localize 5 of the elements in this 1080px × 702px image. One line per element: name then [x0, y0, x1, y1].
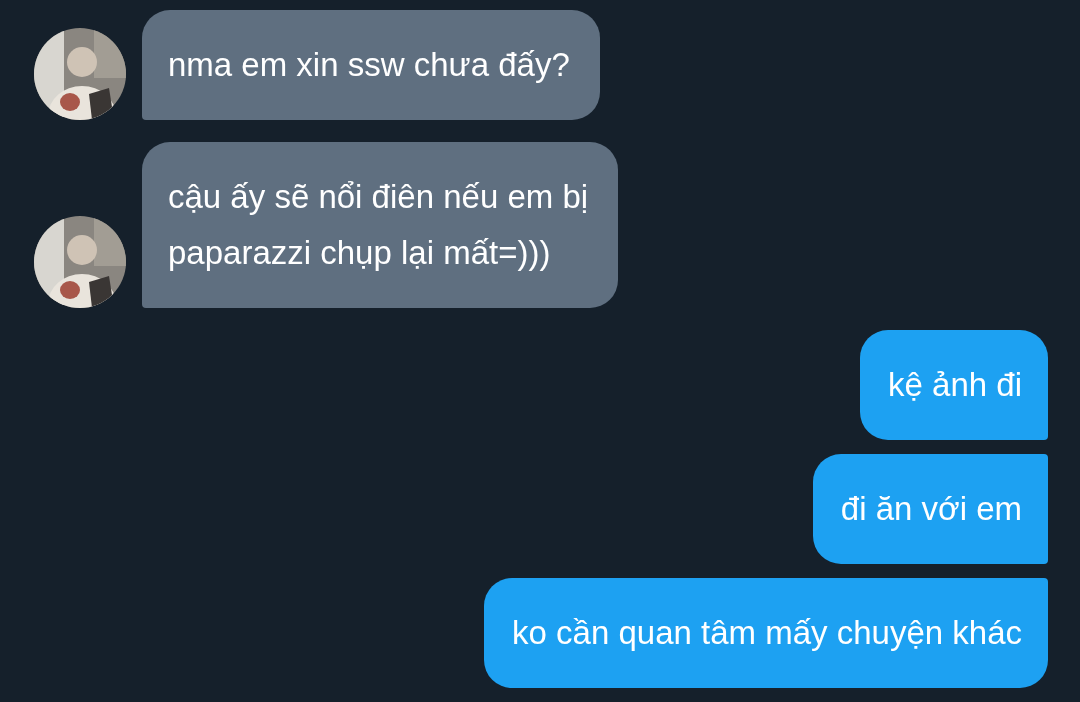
message-bubble: đi ăn với em — [812, 454, 1048, 564]
message-bubble: ko cần quan tâm mấy chuyện khác — [484, 578, 1048, 688]
message-bubble: kệ ảnh đi — [860, 330, 1048, 440]
message-bubble: nma em xin ssw chưa đấy? — [142, 10, 600, 120]
message-bubble: cậu ấy sẽ nổi điên nếu em bị paparazzi chụp lại mất=))) — [142, 142, 619, 308]
